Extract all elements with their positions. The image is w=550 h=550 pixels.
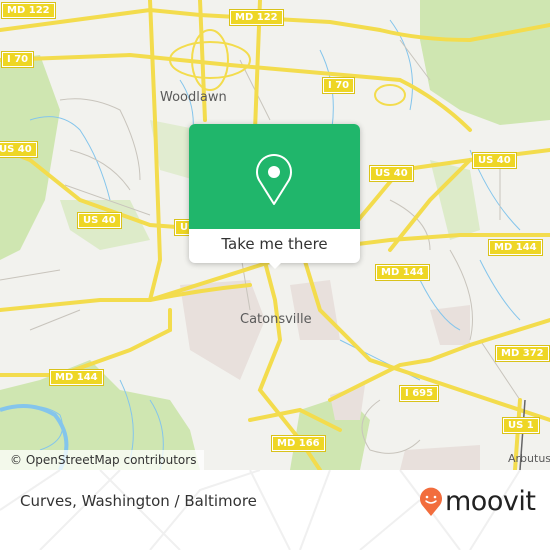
- road-shield-i70-west: I 70: [0, 51, 35, 68]
- road-shield-md122-north: MD 122: [229, 9, 284, 26]
- road-shield-us40-mid: US 40: [369, 165, 414, 182]
- map[interactable]: MD 122 MD 122 I 70 I 70 US 40 US 40 US 4…: [0, 0, 550, 470]
- road-shield-us40-west-edge: US 40: [0, 141, 38, 158]
- popup-header: [189, 124, 360, 229]
- place-label-woodlawn: Woodlawn: [160, 90, 227, 105]
- road-shield-us1: US 1: [502, 417, 540, 434]
- road-shield-md166: MD 166: [271, 435, 326, 452]
- road-shield-md372: MD 372: [495, 345, 550, 362]
- popup-pointer: [267, 261, 283, 269]
- location-pin-icon: [256, 154, 292, 205]
- road-shield-md144-west: MD 144: [49, 369, 104, 386]
- road-shield-md144-center: MD 144: [375, 264, 430, 281]
- footer: Curves, Washington / Baltimore moovit: [0, 470, 550, 550]
- road-shield-us40-west: US 40: [77, 212, 122, 229]
- destination-popup: Take me there: [189, 124, 360, 269]
- road-shield-md122-west: MD 122: [1, 2, 56, 19]
- road-shield-md144-east: MD 144: [488, 239, 543, 256]
- place-label-arbutus: Arbutus: [508, 452, 550, 465]
- moovit-wordmark: moovit: [445, 486, 536, 517]
- moovit-logo[interactable]: moovit: [419, 484, 536, 520]
- location-caption: Curves, Washington / Baltimore: [20, 492, 257, 510]
- road-shield-i70-east: I 70: [321, 77, 356, 94]
- place-label-catonsville: Catonsville: [240, 312, 312, 327]
- road-shield-us40-east: US 40: [472, 152, 517, 169]
- take-me-there-button[interactable]: Take me there: [189, 229, 360, 263]
- map-attribution[interactable]: © OpenStreetMap contributors: [0, 450, 205, 470]
- moovit-pin-icon: [420, 487, 442, 516]
- road-shield-i695: I 695: [398, 385, 440, 402]
